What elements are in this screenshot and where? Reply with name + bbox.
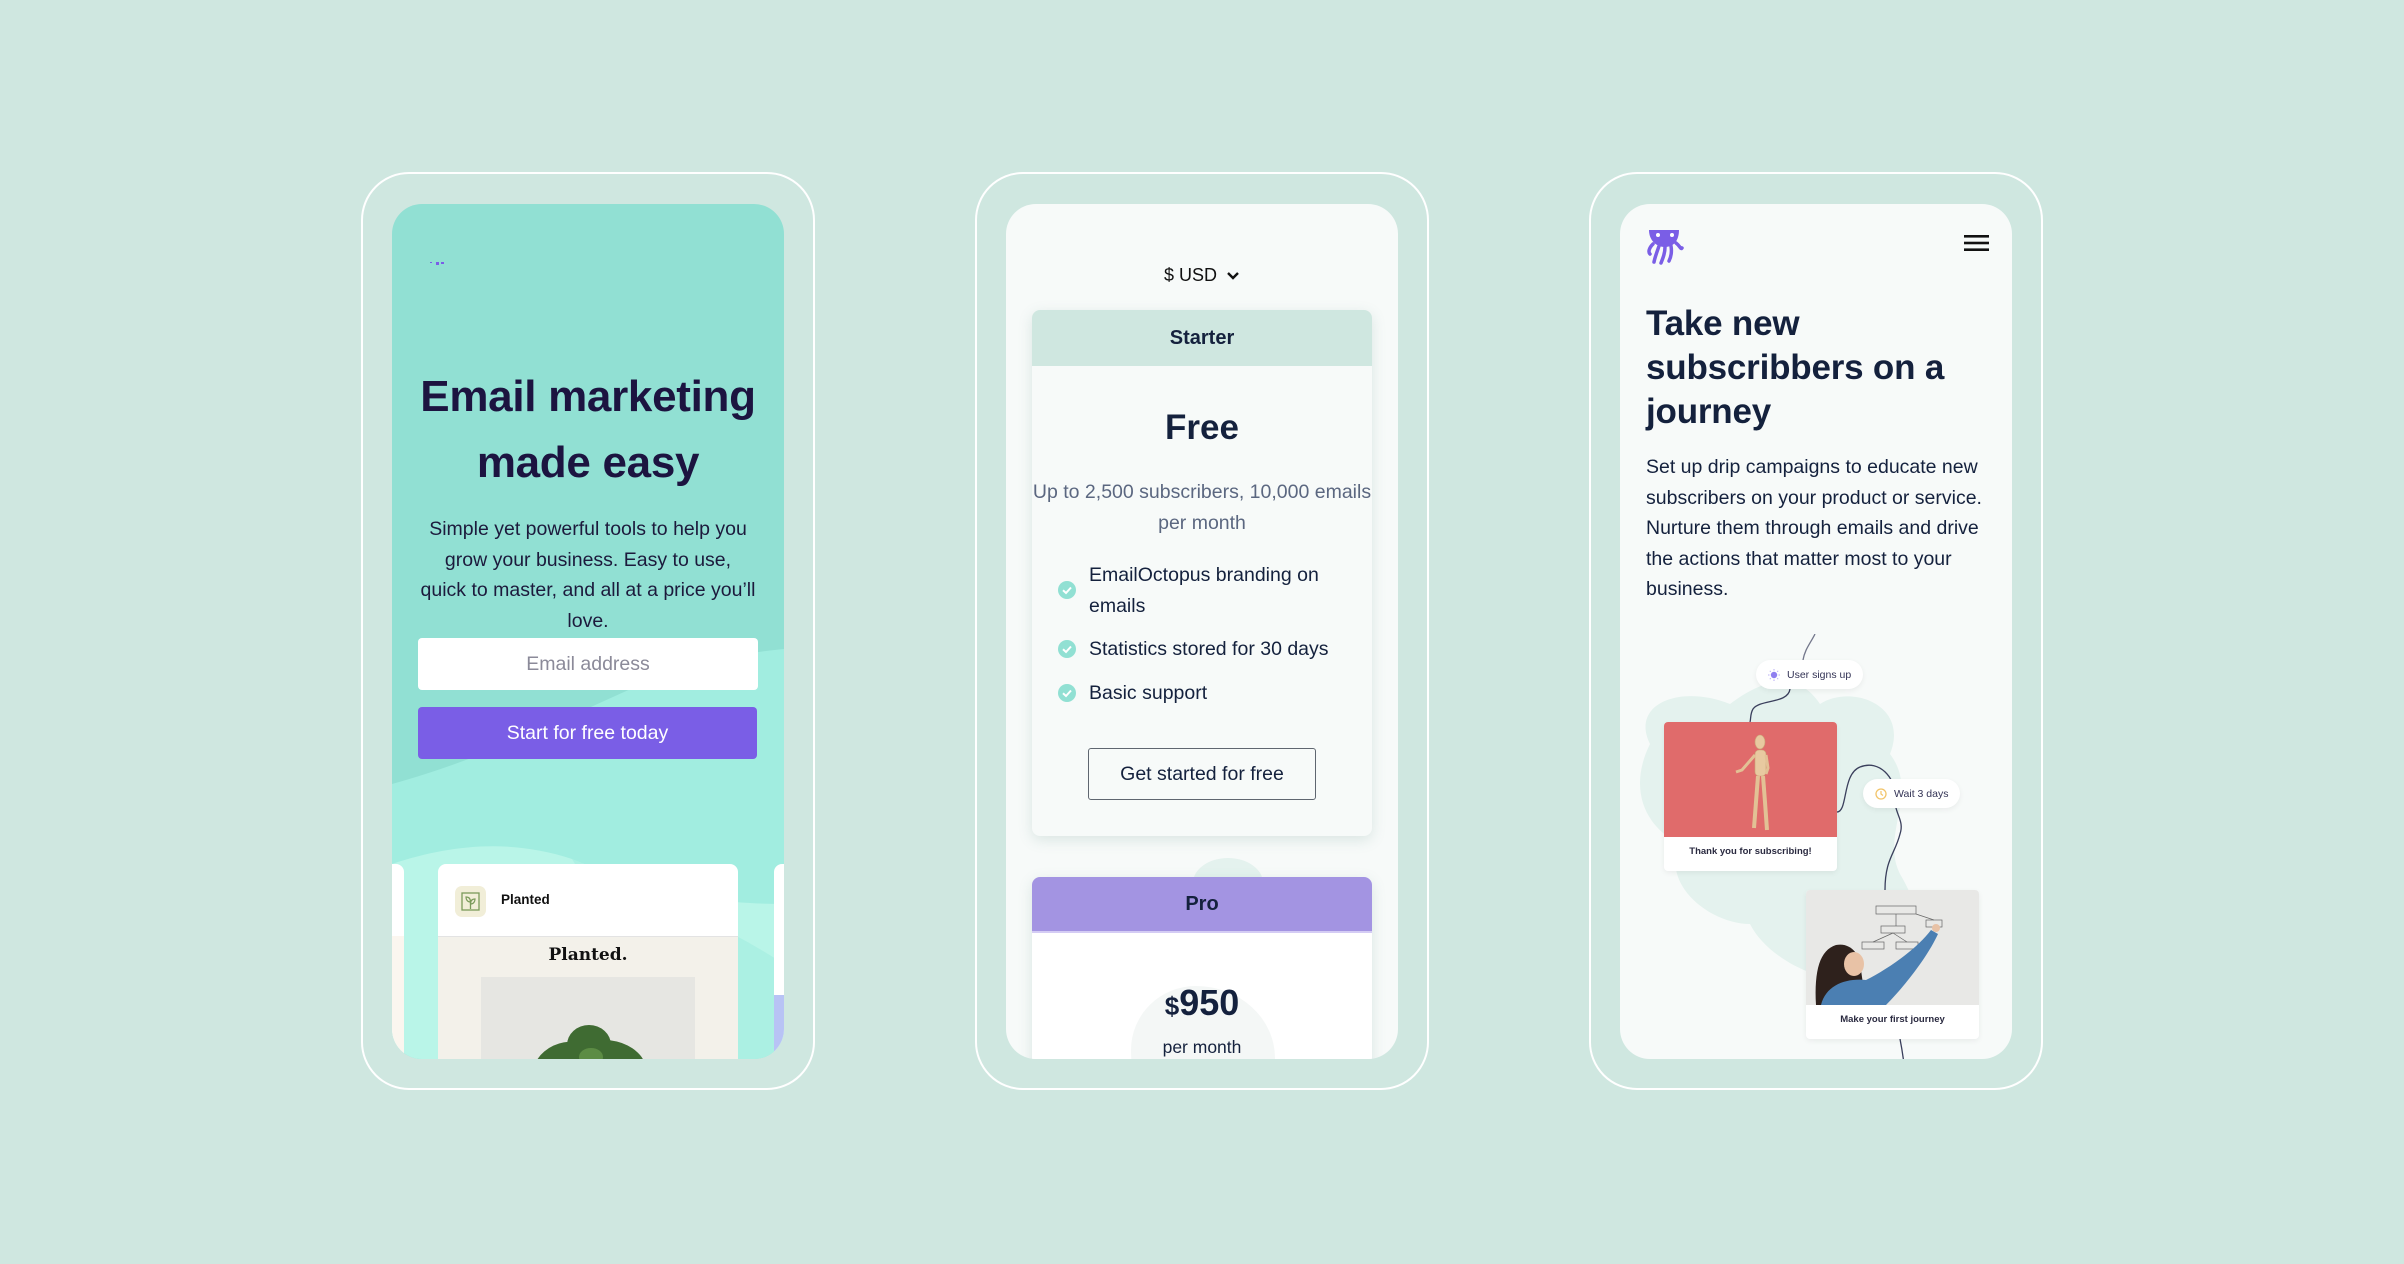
mannequin-photo (1664, 722, 1837, 837)
template-brand-name: Planted (501, 892, 550, 907)
phone-screen-pricing: $ USD Starter Free Up to 2,500 subscribe… (1006, 204, 1398, 1059)
plan-card-pro: Pro $950 per month (1032, 877, 1372, 1059)
journey-email-caption: Make your first journey (1840, 1014, 1945, 1025)
journey-diagram: User signs up Thank you for subscribing!… (1620, 634, 2012, 1059)
plan-price: $950 (1032, 982, 1372, 1024)
phone-mockup-pricing: $ USD Starter Free Up to 2,500 subscribe… (975, 172, 1429, 1090)
hamburger-menu-icon[interactable] (1964, 234, 1989, 252)
get-started-free-button[interactable]: Get started for free (1088, 748, 1316, 800)
chevron-down-icon (1227, 271, 1239, 280)
section-title: Take new subscribbers on a journey (1646, 304, 1945, 431)
hero-title: Email marketing made easy (420, 372, 756, 487)
sparkle-icon (1768, 668, 1780, 681)
section-body: Set up drip campaigns to educate new sub… (1646, 456, 1982, 600)
check-circle-icon (1058, 581, 1076, 599)
phone-mockup-journeys: Take new subscribbers on a journey Set u… (1589, 172, 2043, 1090)
journey-trigger-label: User signs up (1787, 668, 1852, 681)
clock-icon (1875, 787, 1887, 800)
currency-symbol: $ (1164, 991, 1180, 1021)
phone-screen-journeys: Take new subscribbers on a journey Set u… (1620, 204, 2012, 1059)
plan-price: Free (1165, 408, 1239, 447)
journey-trigger-pill[interactable]: User signs up (1756, 660, 1864, 689)
plan-feature-text: EmailOctopus branding on emails (1089, 564, 1319, 617)
plan-card-starter: Starter Free Up to 2,500 subscribers, 10… (1032, 310, 1372, 836)
plan-limits: Up to 2,500 subscribers, 10,000 emails p… (1032, 477, 1372, 538)
journey-email-card[interactable]: Make your first journey (1806, 890, 1979, 1039)
plan-limits-text: Up to 2,500 subscribers, 10,000 emails p… (1032, 481, 1372, 534)
currency-selected: $ USD (1163, 265, 1217, 285)
check-circle-icon (1058, 683, 1076, 702)
template-card-next[interactable] (774, 864, 784, 1059)
plan-feature-item: Statistics stored for 30 days (1058, 634, 1358, 665)
check-circle-icon (1058, 640, 1076, 658)
emailoctopus-logo-icon[interactable] (430, 262, 444, 266)
plan-feature-item: EmailOctopus branding on emails (1058, 560, 1358, 621)
template-preview: Planted. (438, 937, 738, 1059)
plan-price-amount: 950 (1179, 982, 1240, 1023)
template-card-planted[interactable]: Planted Planted. (438, 864, 738, 1059)
journey-delay-pill[interactable]: Wait 3 days (1863, 779, 1961, 808)
template-email-heading: Planted. (548, 945, 628, 965)
journey-delay-label: Wait 3 days (1894, 787, 1949, 800)
plan-features-list: EmailOctopus branding on emails Statisti… (1058, 560, 1358, 721)
plan-name: Pro (1032, 877, 1372, 933)
plan-period: per month (1162, 1037, 1242, 1057)
plant-photo (481, 977, 695, 1059)
hero-subtitle: Simple yet powerful tools to help you gr… (420, 518, 756, 632)
journey-email-card[interactable]: Thank you for subscribing! (1664, 722, 1837, 871)
start-free-button[interactable]: Start for free today (418, 707, 757, 759)
plan-feature-text: Statistics stored for 30 days (1089, 638, 1329, 660)
phone-screen-hero: Email marketing made easy Simple yet pow… (392, 204, 784, 1059)
template-card-previous[interactable] (392, 864, 404, 1059)
plan-feature-item: Basic support (1058, 678, 1358, 709)
plan-name: Starter (1032, 310, 1372, 366)
phone-mockup-hero: Email marketing made easy Simple yet pow… (361, 172, 815, 1090)
journey-email-caption: Thank you for subscribing! (1689, 846, 1812, 857)
template-card-header: Planted (438, 864, 738, 937)
email-address-input[interactable] (418, 638, 758, 690)
plant-icon (455, 886, 486, 917)
whiteboard-photo (1806, 890, 1979, 1005)
plan-feature-text: Basic support (1089, 681, 1208, 704)
emailoctopus-logo-icon[interactable] (1646, 230, 1684, 266)
currency-selector[interactable]: $ USD (1006, 265, 1398, 286)
